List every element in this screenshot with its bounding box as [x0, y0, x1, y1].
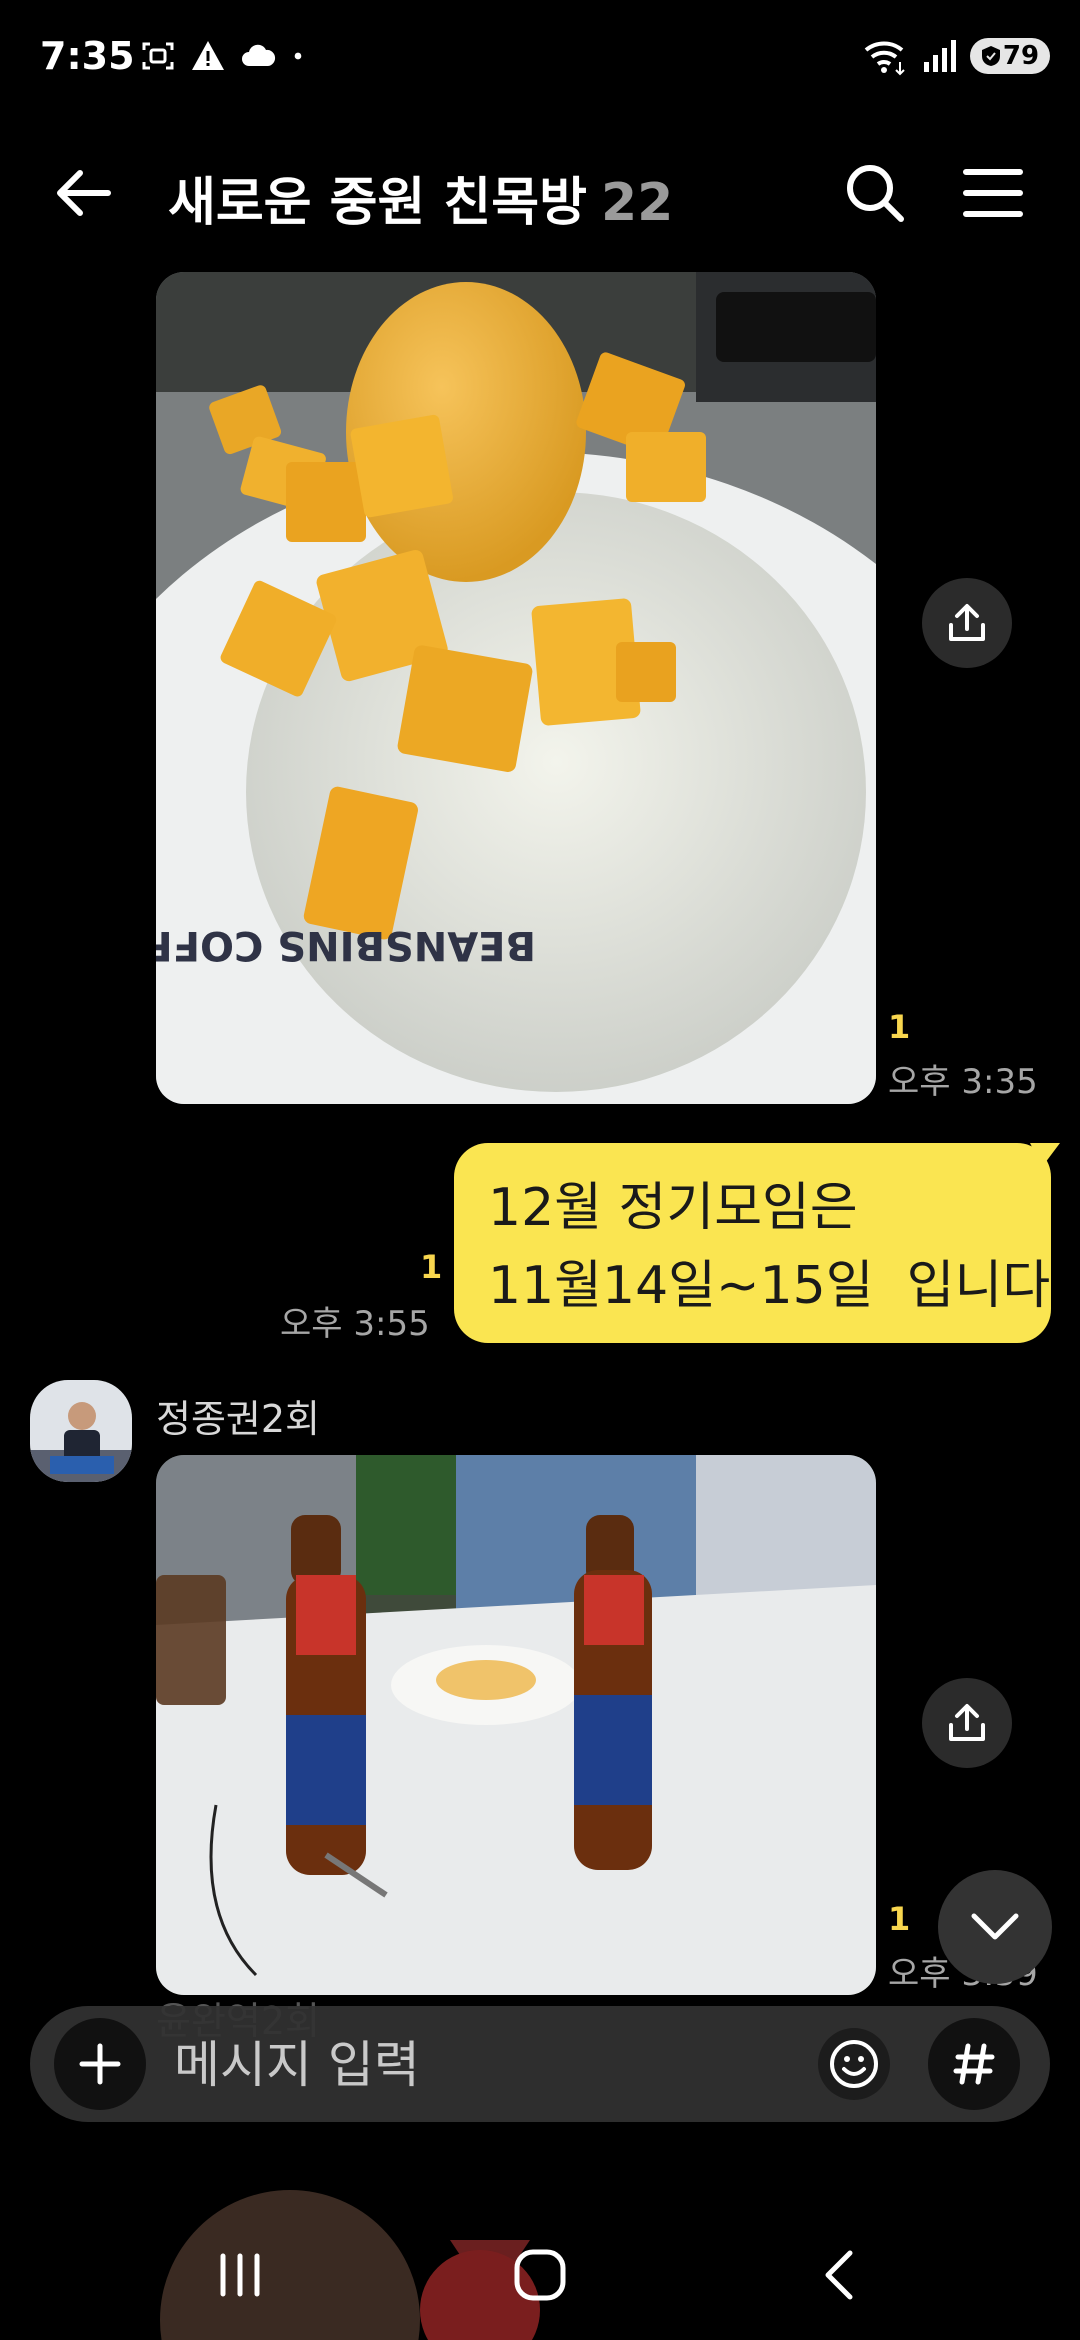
share-icon	[949, 1704, 985, 1741]
status-right-icons: 79	[862, 36, 1050, 76]
chevron-down-icon	[971, 1913, 1019, 1940]
chat-title: 새로운 중원 친목방 22	[168, 160, 673, 235]
beansbins-plate-text: BEANSBINS COFFEE	[156, 922, 536, 968]
my-message-bubble[interactable]: 12월 정기모임은 11월14일~15일 입니다	[454, 1143, 1051, 1343]
message-line: 11월14일~15일 입니다	[488, 1256, 1051, 1316]
recents-icon	[220, 2253, 260, 2297]
share-button[interactable]	[922, 578, 1012, 668]
warning-icon	[192, 41, 224, 70]
hashtag-button[interactable]	[928, 2018, 1020, 2110]
unread-count: 1	[888, 1900, 911, 1938]
member-count: 22	[600, 173, 674, 233]
battery-shield-icon	[981, 46, 1000, 66]
recents-button[interactable]	[200, 2240, 280, 2310]
hashtag-icon	[953, 2043, 995, 2085]
message-input-bar	[30, 2006, 1050, 2122]
status-left-icons	[140, 38, 314, 74]
nav-back-icon	[825, 2250, 853, 2300]
home-button[interactable]	[500, 2240, 580, 2310]
message-line: 12월 정기모임은	[488, 1178, 858, 1238]
message-input[interactable]	[172, 2028, 816, 2102]
avatar[interactable]	[30, 1380, 132, 1482]
mango-bingsu-image: BEANSBINS COFFEE	[156, 272, 876, 1104]
chat-title-text: 새로운 중원 친목방	[168, 173, 587, 233]
emoji-icon	[830, 2040, 878, 2088]
unread-count: 1	[888, 1008, 911, 1046]
message-time: 오후 3:55	[280, 1304, 430, 1344]
battery-indicator: 79	[970, 38, 1050, 74]
system-nav-bar	[0, 2210, 1080, 2340]
signal-icon	[924, 40, 956, 72]
unread-count: 1	[420, 1248, 443, 1286]
menu-icon[interactable]	[958, 158, 1028, 228]
battery-level: 79	[1002, 41, 1040, 71]
message-time: 오후 3:35	[888, 1062, 1038, 1102]
sender-profile-image	[30, 1380, 132, 1482]
beer-table-image	[156, 1455, 876, 1995]
cloud-icon	[242, 44, 276, 66]
plus-icon	[79, 2043, 121, 2085]
attach-button[interactable]	[54, 2018, 146, 2110]
status-bar: 7:35 79	[0, 0, 1080, 120]
share-button[interactable]	[922, 1678, 1012, 1768]
search-icon[interactable]	[840, 158, 910, 228]
back-arrow-icon[interactable]	[48, 158, 118, 228]
nav-back-button[interactable]	[800, 2240, 880, 2310]
bubble-tail	[1030, 1143, 1060, 1167]
chat-header: 새로운 중원 친목방 22	[0, 130, 1080, 250]
chat-photo-beer[interactable]	[156, 1455, 876, 1995]
chat-photo-mango[interactable]: BEANSBINS COFFEE	[156, 272, 876, 1104]
status-time: 7:35	[40, 34, 135, 78]
wifi-icon	[864, 41, 905, 76]
scroll-to-bottom-button[interactable]	[938, 1870, 1052, 1984]
sender-name: 정종권2회	[156, 1397, 321, 1441]
emoji-button[interactable]	[818, 2028, 890, 2100]
screenshot-icon	[142, 42, 174, 70]
home-icon	[514, 2249, 566, 2301]
dot-icon	[294, 52, 302, 60]
share-icon	[949, 604, 985, 641]
